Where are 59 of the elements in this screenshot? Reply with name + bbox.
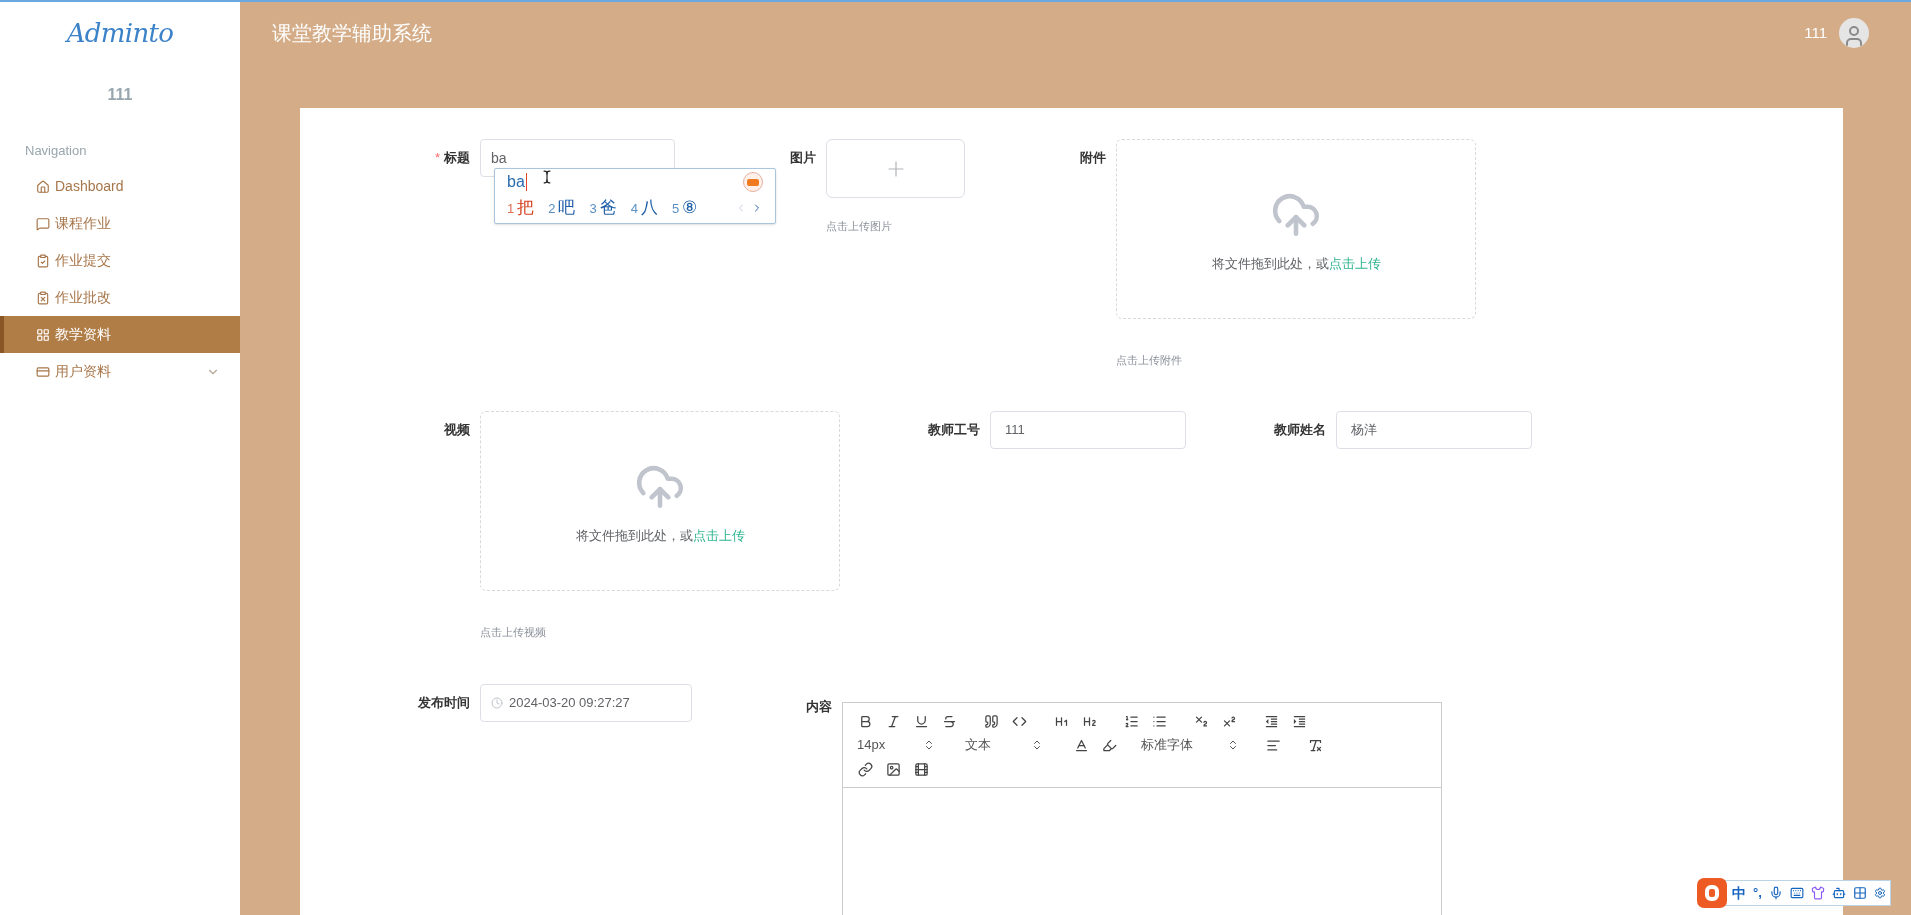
nav-item[interactable]: 教学资料 [0,316,240,353]
field-label: 教师姓名 [1274,421,1326,440]
drop-instruction: 将文件拖到此处，或点击上传 [1211,255,1381,274]
field-label: 附件 [1080,149,1106,168]
punctuation-toggle[interactable]: °, [1753,883,1762,903]
field-label: 发布时间 [418,694,470,713]
clipboard-check-icon [36,253,50,268]
avatar[interactable] [1839,18,1869,48]
upload-hint: 点击上传图片 [826,219,893,234]
ime-mascot-icon [743,172,763,192]
up-down-caret-icon [1227,739,1239,751]
date-time-input[interactable]: 2024-03-20 09:27:27 [480,684,692,722]
ime-composition: ba [507,173,527,191]
field-label: 图片 [790,149,816,168]
clock-icon [491,697,503,709]
microphone-icon[interactable] [1768,886,1783,900]
app-title: 课堂教学辅助系统 [272,21,433,46]
home-icon [36,179,50,194]
nav-item[interactable]: Dashboard [0,168,240,205]
ime-candidate[interactable]: 1 把 [507,195,535,221]
upload-hint: 点击上传视频 [480,625,547,640]
nav-item[interactable]: 作业提交 [0,242,240,279]
ime-logo-icon[interactable] [1697,878,1727,908]
shirt-icon[interactable] [1810,886,1825,900]
field-label: 标题 [444,149,470,168]
ime-candidate[interactable]: 4 八 [630,195,658,221]
nav-item[interactable]: 作业批改 [0,279,240,316]
format-picker[interactable]: 标准字体 [1135,734,1247,756]
required-mark: * [434,149,440,168]
nav-item[interactable]: 课程作业 [0,205,240,242]
input-mode-toggle[interactable]: 中 [1732,882,1746,904]
up-down-caret-icon [1031,739,1043,751]
upload-dropzone[interactable]: 将文件拖到此处，或点击上传 [480,411,840,591]
clipboard-x-icon [36,290,50,305]
ime-candidate[interactable]: 5 ⑧ [671,195,698,221]
nav-section-title: Navigation [25,143,87,158]
format-picker[interactable]: 14px [851,734,943,756]
robot-icon[interactable] [1831,886,1846,900]
chat-icon [36,216,50,231]
up-down-caret-icon [923,739,935,751]
format-picker[interactable]: 文本 [959,734,1051,756]
logo[interactable]: Adminto [66,13,174,53]
teacher-name-input[interactable]: 杨洋 [1336,411,1532,449]
field-label: 视频 [444,421,470,440]
ime-candidate[interactable]: 2 吧 [548,195,576,221]
nav-item[interactable]: 用户资料 [0,353,240,390]
ime-candidate[interactable]: 3 爸 [589,195,617,221]
field-label: 内容 [806,698,832,717]
card-icon [36,364,50,379]
upload-dropzone[interactable]: 将文件拖到此处，或点击上传 [1116,139,1476,319]
drop-instruction: 将文件拖到此处，或点击上传 [575,527,745,546]
keyboard-icon[interactable] [1789,886,1804,900]
upload-hint: 点击上传附件 [1116,353,1183,368]
grid-icon[interactable] [1852,886,1867,900]
field-label: 教师工号 [928,421,980,440]
teacher-id-input[interactable]: 111 [990,411,1186,449]
grid-icon [36,327,50,342]
user-name: 111 [107,85,133,105]
settings-icon[interactable] [1873,886,1886,900]
